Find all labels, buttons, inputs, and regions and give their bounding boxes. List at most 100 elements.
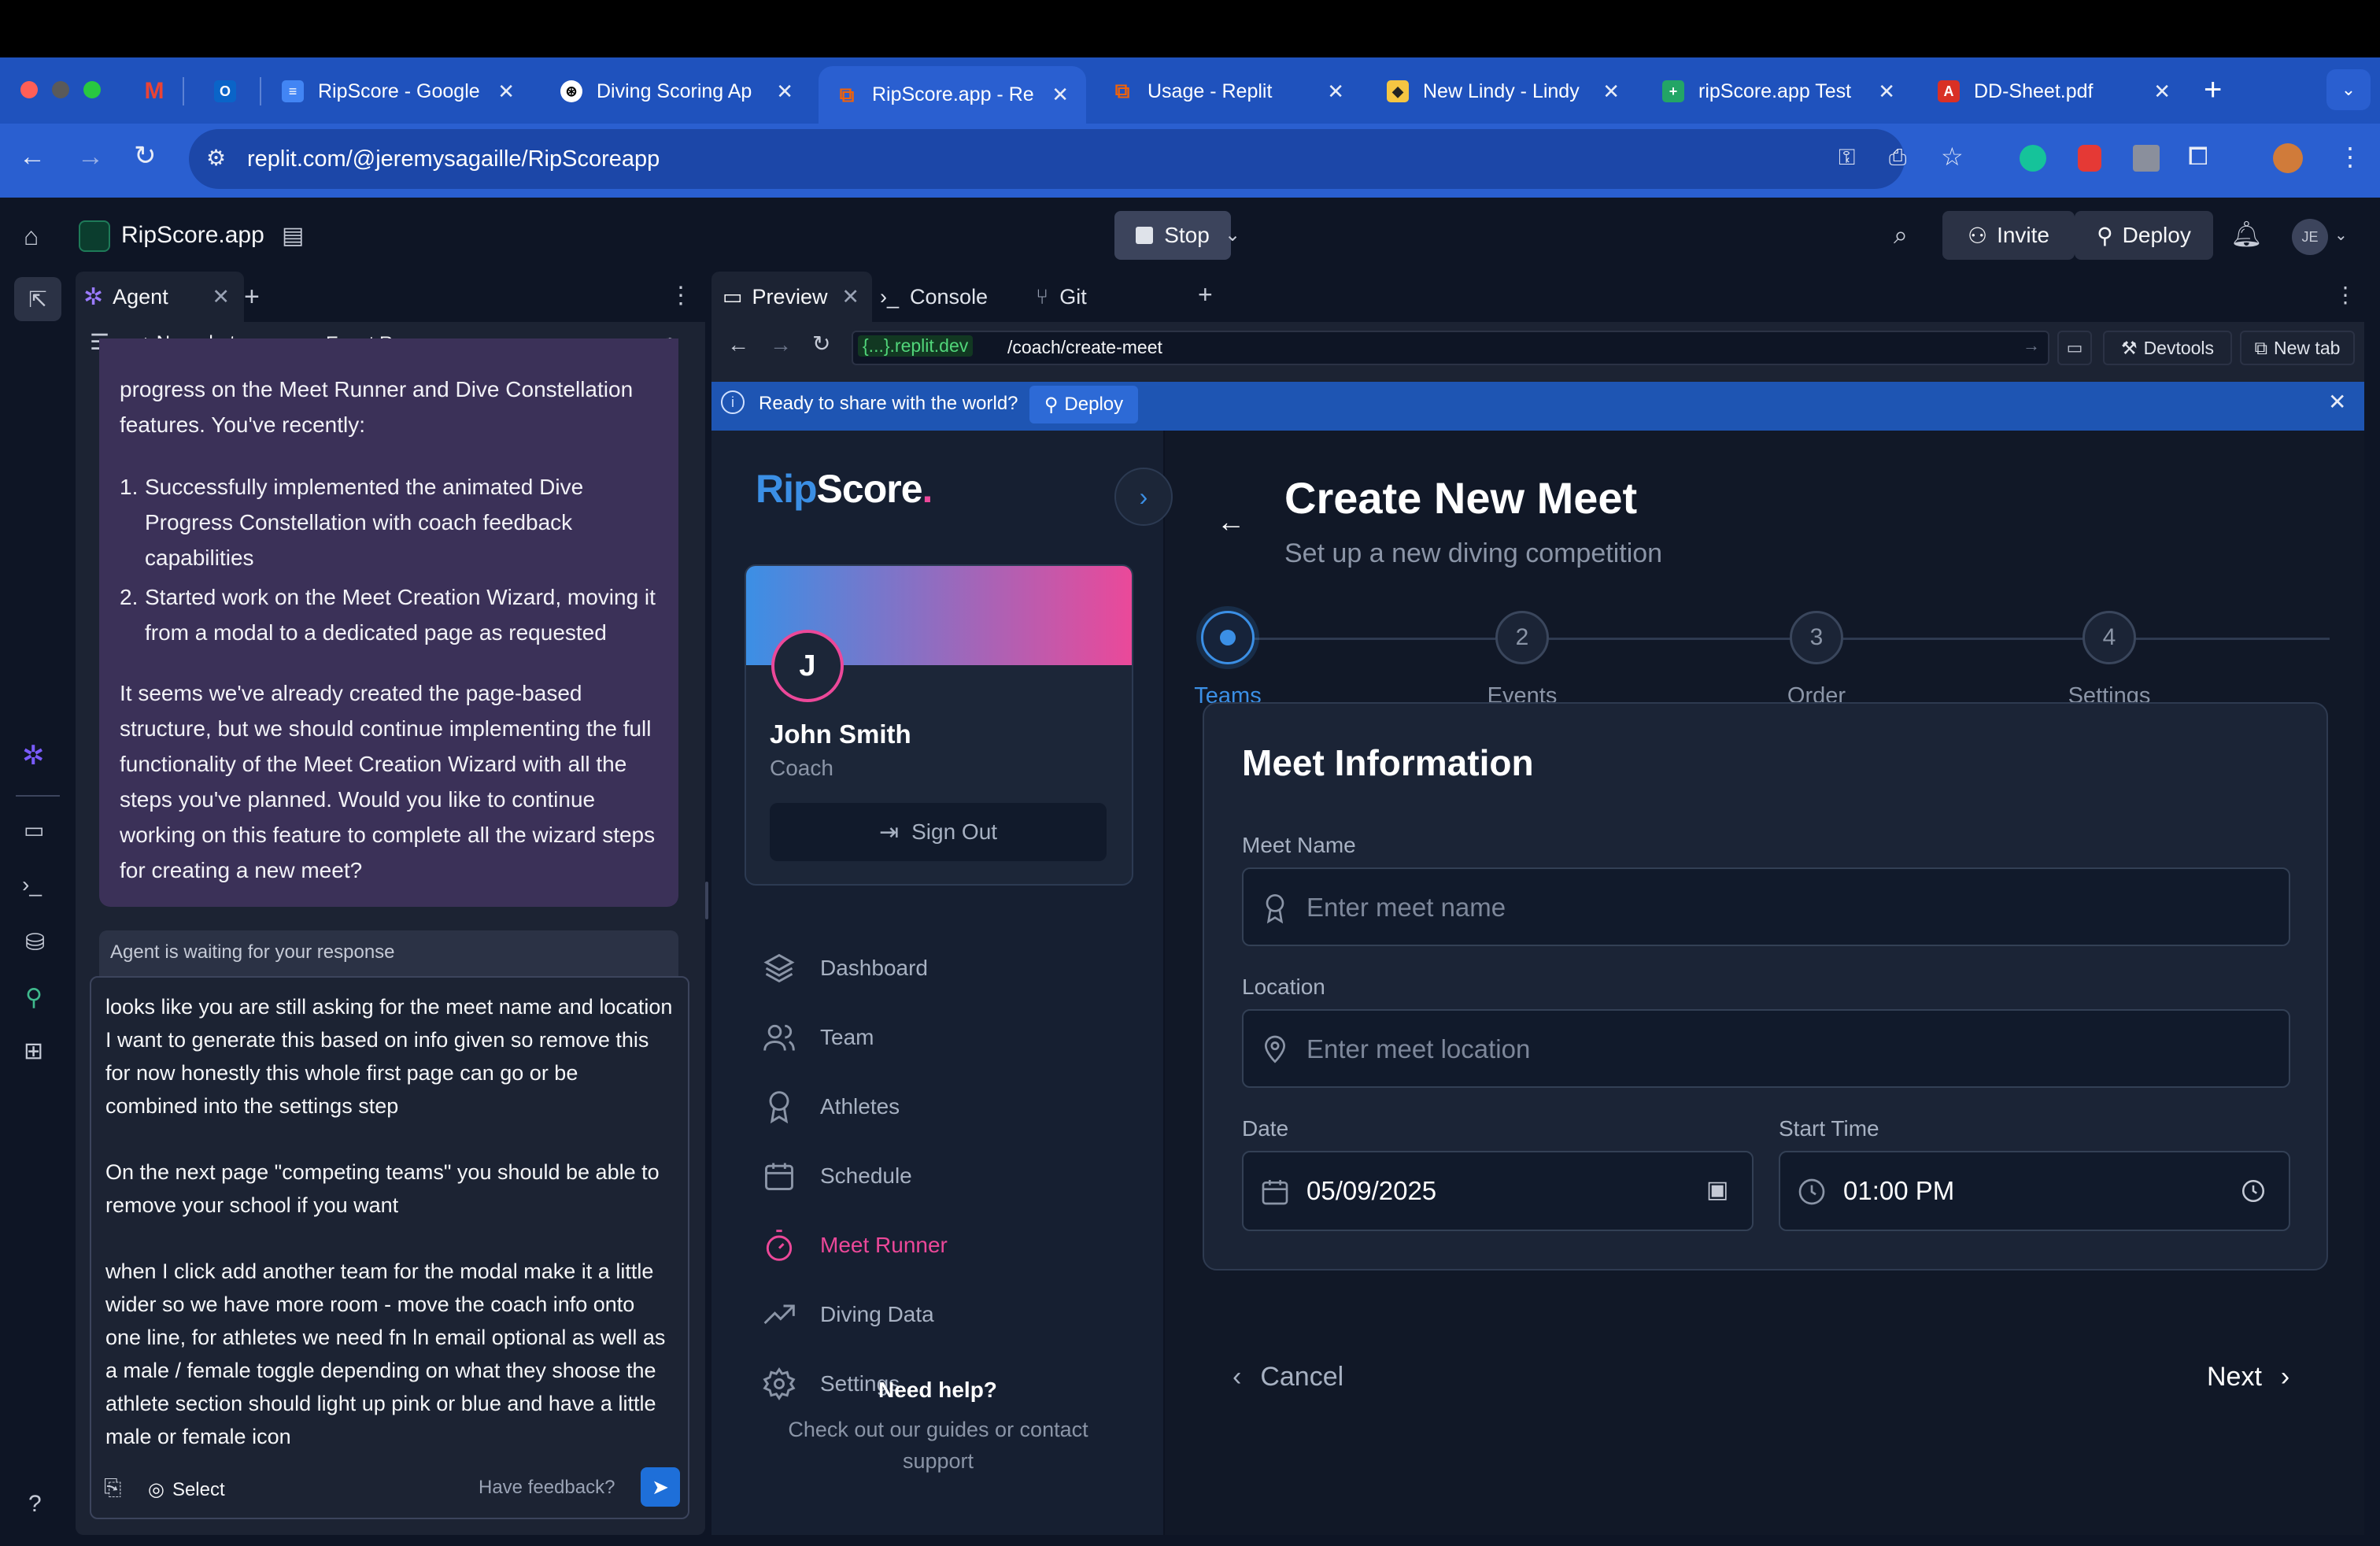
shell-tool-icon[interactable]: ›_ [22,872,42,897]
close-tab-icon[interactable]: ✕ [1051,83,1069,107]
ripscore-logo[interactable]: RipScore. [756,466,933,512]
notifications-bell-icon[interactable]: 🔔︎ [2230,219,2263,249]
close-tab-icon[interactable]: ✕ [497,80,515,104]
grammarly-extension-icon[interactable] [2020,145,2046,172]
nav-dashboard[interactable]: Dashboard [762,945,928,992]
user-avatar[interactable]: JE [2292,219,2328,255]
browser-tab-active[interactable]: ⧉ RipScore.app - Re ✕ [819,66,1086,124]
preview-back-icon[interactable]: ← [727,332,749,357]
step-4[interactable]: 4 [2082,611,2136,664]
close-tab-icon[interactable]: ✕ [776,80,793,104]
devtools-button[interactable]: ⚒ Devtools [2103,331,2232,365]
invite-button[interactable]: ⚇ Invite [1942,211,2075,260]
back-arrow-icon[interactable]: ← [1217,505,1245,538]
date-picker-icon[interactable]: ▣ [1706,1176,1728,1204]
browser-tab[interactable]: ⧉ Usage - Replit ✕ [1094,66,1362,117]
browser-tab[interactable]: ⊛ Diving Scoring Ap ✕ [543,66,811,117]
sign-out-button[interactable]: ⇥ Sign Out [770,803,1107,861]
preview-menu-icon[interactable]: ⋮ [2334,282,2356,308]
step-2[interactable]: 2 [1495,611,1549,664]
browser-tab-gmail[interactable]: M [126,66,173,117]
webview-tool-icon[interactable]: ▭ [24,817,44,843]
select-element-button[interactable]: ◎ Select [148,1478,225,1501]
next-button[interactable]: Next › [2207,1362,2289,1393]
chat-input-text[interactable]: looks like you are still asking for the … [105,990,675,1453]
account-chevron-icon[interactable]: ⌄ [2334,225,2348,245]
nav-team[interactable]: Team [762,1014,874,1061]
forward-arrow-icon[interactable]: → [77,142,104,172]
close-banner-icon[interactable]: ✕ [2328,389,2346,415]
preview-path[interactable]: /coach/create-meet [1007,337,1162,358]
site-info-icon[interactable]: ⚙ [206,145,226,171]
project-name[interactable]: RipScore.app [121,222,264,249]
key-icon[interactable]: ⚿ [1839,145,1855,171]
help-icon[interactable]: ? [28,1491,42,1518]
close-tab-icon[interactable]: ✕ [1878,80,1895,104]
preview-reload-icon[interactable]: ↻ [812,331,830,357]
nav-meet-runner[interactable]: Meet Runner [762,1222,948,1269]
browser-menu-icon[interactable]: ⋮ [2338,142,2363,172]
new-pane-tab-icon[interactable]: + [244,282,260,313]
close-window-button[interactable] [20,81,38,98]
zoom-window-button[interactable] [83,81,101,98]
tab-search-button[interactable]: ⌄ [2326,69,2371,110]
browser-tab[interactable]: A DD-Sheet.pdf ✕ [1920,66,2188,117]
collapse-sidebar-button[interactable]: › [1114,468,1173,526]
step-3[interactable]: 3 [1790,611,1843,664]
preview-forward-icon[interactable]: → [770,332,792,357]
run-options-chevron-icon[interactable]: ⌄ [1225,224,1240,246]
tab-preview[interactable]: ▭ Preview ✕ [711,272,872,322]
add-tab-icon[interactable]: + [1198,280,1213,309]
files-toggle-icon[interactable]: ⇱ [14,277,61,321]
all-tools-icon[interactable]: ⊞ [24,1037,43,1065]
search-icon[interactable]: ⌕ [1894,220,1908,250]
help-text[interactable]: Check out our guides or contact support [760,1414,1116,1477]
nav-diving-data[interactable]: Diving Data [762,1291,934,1338]
tab-git[interactable]: ⑂ Git [1036,272,1138,322]
new-tab-icon[interactable]: + [2204,72,2222,108]
go-arrow-icon[interactable]: → [2023,335,2040,356]
attach-paperclip-icon[interactable]: ⎘ [104,1475,121,1501]
nav-schedule[interactable]: Schedule [762,1152,912,1200]
close-tab-icon[interactable]: ✕ [1602,80,1620,104]
close-tab-icon[interactable]: ✕ [2153,80,2171,104]
pane-menu-icon[interactable]: ⋮ [669,282,693,309]
adblock-extension-icon[interactable] [2078,145,2101,172]
deployments-tool-icon[interactable]: ⚲ [25,984,42,1012]
stop-button[interactable]: Stop [1114,211,1231,260]
install-app-icon[interactable]: ⎙ [1889,145,1906,171]
feedback-link[interactable]: Have feedback? [479,1477,615,1499]
preview-domain[interactable]: {...}.replit.dev [858,335,974,357]
close-tab-icon[interactable]: ✕ [1327,80,1344,104]
close-tab-icon[interactable]: ✕ [841,285,859,309]
cancel-button[interactable]: ‹ Cancel [1232,1362,1343,1393]
close-tab-icon[interactable]: ✕ [212,285,230,309]
bookmark-star-icon[interactable]: ☆ [1941,142,1964,172]
database-panel-icon[interactable]: ▤ [282,222,304,250]
time-picker-icon[interactable] [2240,1178,2267,1204]
puzzle-extensions-icon[interactable]: ⧠ [2188,142,2208,172]
banner-deploy-button[interactable]: ⚲ Deploy [1029,386,1138,423]
database-tool-icon[interactable]: ⛁ [25,929,45,956]
browser-tab[interactable]: ≡ RipScore - Google ✕ [264,66,532,117]
deploy-button[interactable]: ⚲ Deploy [2075,211,2213,260]
send-button[interactable]: ➤ [641,1467,680,1507]
browser-tab[interactable]: ◆ New Lindy - Lindy ✕ [1369,66,1637,117]
agent-tool-icon[interactable]: ✲ [22,740,45,771]
minimize-window-button[interactable] [52,81,69,98]
back-arrow-icon[interactable]: ← [19,142,46,172]
extension-icon[interactable] [2133,145,2160,172]
tab-agent[interactable]: ✲ Agent ✕ [76,272,244,322]
reload-icon[interactable]: ↻ [134,140,157,172]
browser-tab-outlook[interactable]: O [197,66,244,117]
new-tab-button[interactable]: ⧉ New tab [2240,331,2355,365]
nav-athletes[interactable]: Athletes [762,1083,900,1130]
home-icon[interactable]: ⌂ [24,222,39,251]
panel-resize-handle[interactable] [705,882,708,919]
profile-avatar[interactable] [2273,143,2303,173]
device-preview-button[interactable]: ▭ [2057,331,2092,365]
monitor-icon: ▭ [722,284,743,309]
step-1-active[interactable] [1201,611,1255,664]
browser-tab[interactable]: + ripScore.app Test ✕ [1645,66,1913,117]
tab-console[interactable]: ›_ Console [880,272,1026,322]
